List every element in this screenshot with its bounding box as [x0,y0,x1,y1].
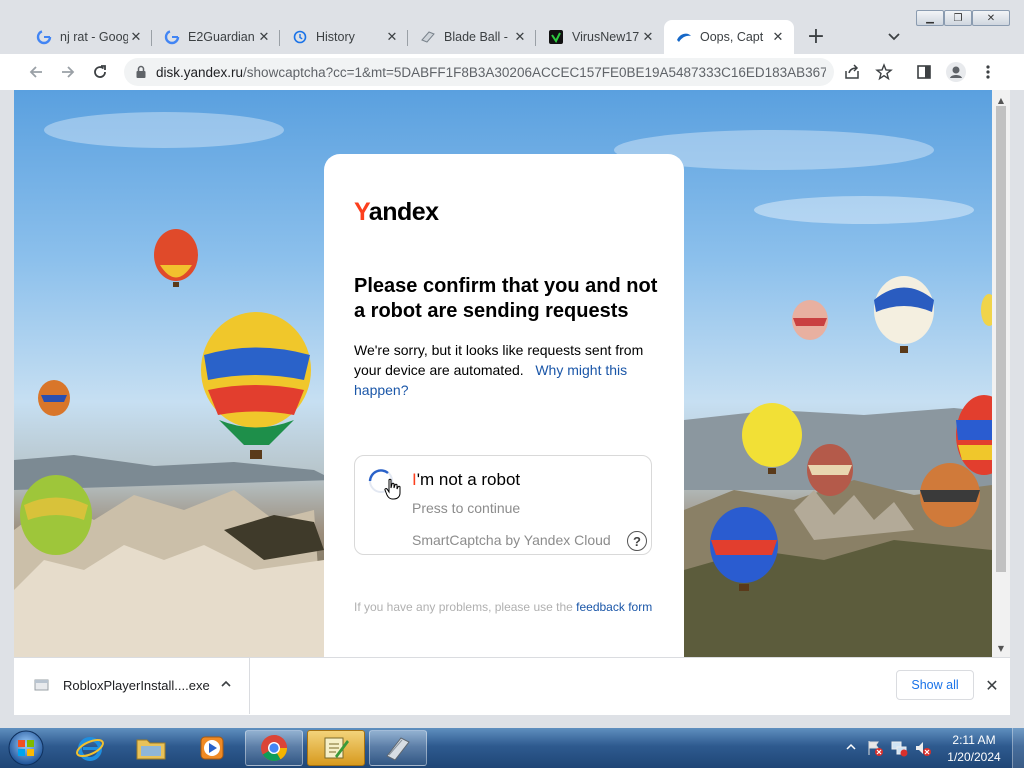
bookmark-button[interactable] [872,60,896,84]
tab-history[interactable]: History ✕ [280,22,408,52]
description-text: We're sorry, but it looks like requests … [354,340,664,400]
share-button[interactable] [840,60,864,84]
show-hidden-icons-icon[interactable] [846,742,856,752]
close-icon: ✕ [985,675,999,695]
avatar-icon [946,62,966,82]
yandex-disk-icon [676,29,692,45]
forward-arrow-icon [62,66,75,78]
maximize-button[interactable]: ❐ [944,10,972,26]
plus-icon: + [806,23,826,49]
tab-close-icon[interactable]: ✕ [770,29,786,45]
minimize-icon: ▁ [926,12,934,24]
download-file-name: RobloxPlayerInstall....exe [63,678,210,693]
problems-body: If you have any problems, please use the [354,600,573,614]
tab-close-icon[interactable]: ✕ [256,29,272,45]
exe-file-icon [34,679,49,691]
close-download-bar-button[interactable]: ✕ [983,675,1001,695]
action-center-flag-icon[interactable] [866,739,884,757]
tab-close-icon[interactable]: ✕ [640,29,656,45]
tab-nj-rat[interactable]: nj rat - Goog ✕ [24,22,152,52]
clock-time[interactable]: 2:11 AM [950,733,998,747]
yandex-logo: Yandex [354,198,439,227]
tab-oops-captcha[interactable]: Oops, Capt ✕ [664,20,794,54]
volume-muted-icon[interactable] [914,739,932,757]
show-desktop-button[interactable] [1012,728,1024,768]
google-icon [36,29,52,45]
tab-close-icon[interactable]: ✕ [128,29,144,45]
captcha-subtitle: Press to continue [412,500,521,516]
history-icon [292,29,308,45]
internet-explorer-icon[interactable] [61,730,119,766]
url-text[interactable]: disk.yandex.ru/showcaptcha?cc=1&mt=5DABF… [156,65,826,80]
share-icon [845,64,859,79]
hand-cursor-icon [384,478,401,500]
chrome-icon[interactable] [245,730,303,766]
scroll-up-arrow-icon[interactable]: ▲ [995,94,1007,106]
download-options-button[interactable] [218,676,234,692]
logo-rest: andex [368,198,439,226]
google-icon [164,29,180,45]
captcha-brand: SmartCaptcha by Yandex Cloud [412,532,611,548]
captcha-title-rest: 'm not a robot [416,470,521,489]
page-icon [420,29,436,45]
help-icon[interactable]: ? [627,531,647,551]
show-all-button[interactable]: Show all [896,670,974,700]
tab-e2guardian[interactable]: E2Guardian ✕ [152,22,280,52]
captcha-card [324,154,684,674]
forward-button[interactable] [56,60,80,84]
reload-icon [94,65,106,78]
captcha-title: I'm not a robot [412,470,520,490]
star-icon [875,63,893,81]
new-tab-button[interactable]: + [804,23,828,49]
file-explorer-icon[interactable] [122,730,180,766]
tab-title: Blade Ball - [444,30,508,44]
tab-search-button[interactable] [884,26,904,46]
tab-virusnew17[interactable]: VirusNew17 ✕ [536,22,664,52]
more-vert-icon [986,65,990,79]
tab-title: History [316,30,355,44]
tab-title: E2Guardian [188,30,255,44]
notepad-app-icon[interactable] [307,730,365,766]
close-icon: ✕ [986,12,996,24]
start-button[interactable] [4,729,48,767]
url-host: disk.yandex.ru [156,64,244,80]
tab-close-icon[interactable]: ✕ [384,29,400,45]
scrollbar-thumb[interactable] [996,106,1006,572]
problems-text: If you have any problems, please use the… [354,598,654,616]
tab-title: VirusNew17 [572,30,640,44]
chevron-up-icon [221,680,231,687]
clock-date[interactable]: 1/20/2024 [946,750,1002,764]
chevron-down-icon [888,33,900,41]
minimize-button[interactable]: ▁ [916,10,944,26]
address-bar[interactable]: disk.yandex.ru/showcaptcha?cc=1&mt=5DABF… [124,58,834,86]
reload-button[interactable] [88,60,112,84]
menu-button[interactable] [976,60,1000,84]
virus-site-icon [548,29,564,45]
tab-blade-ball[interactable]: Blade Ball - ✕ [408,22,536,52]
network-icon[interactable] [890,739,908,757]
side-panel-button[interactable] [912,60,936,84]
lock-icon[interactable] [134,65,148,79]
url-path: /showcaptcha?cc=1&mt=5DABFF1F8B3A30206AC… [243,64,826,80]
maximize-icon: ❐ [953,12,963,24]
tab-strip: ▁ ❐ ✕ nj rat - Goog ✕ E2Guardian ✕ Histo… [0,0,1024,54]
back-button[interactable] [24,60,48,84]
side-panel-icon [917,65,931,79]
page-heading: Please confirm that you and not a robot … [354,275,658,322]
tab-title: nj rat - Goog [60,30,128,44]
media-player-icon[interactable] [183,730,241,766]
scroll-down-arrow-icon[interactable]: ▼ [995,642,1007,654]
tab-title: Oops, Capt [700,30,764,44]
close-window-button[interactable]: ✕ [972,10,1010,26]
feedback-link[interactable]: feedback form [576,600,652,614]
profile-button[interactable] [944,60,968,84]
logo-first-letter: Y [354,198,369,226]
back-arrow-icon [29,66,42,78]
tab-close-icon[interactable]: ✕ [512,29,528,45]
generic-app-icon[interactable] [369,730,427,766]
